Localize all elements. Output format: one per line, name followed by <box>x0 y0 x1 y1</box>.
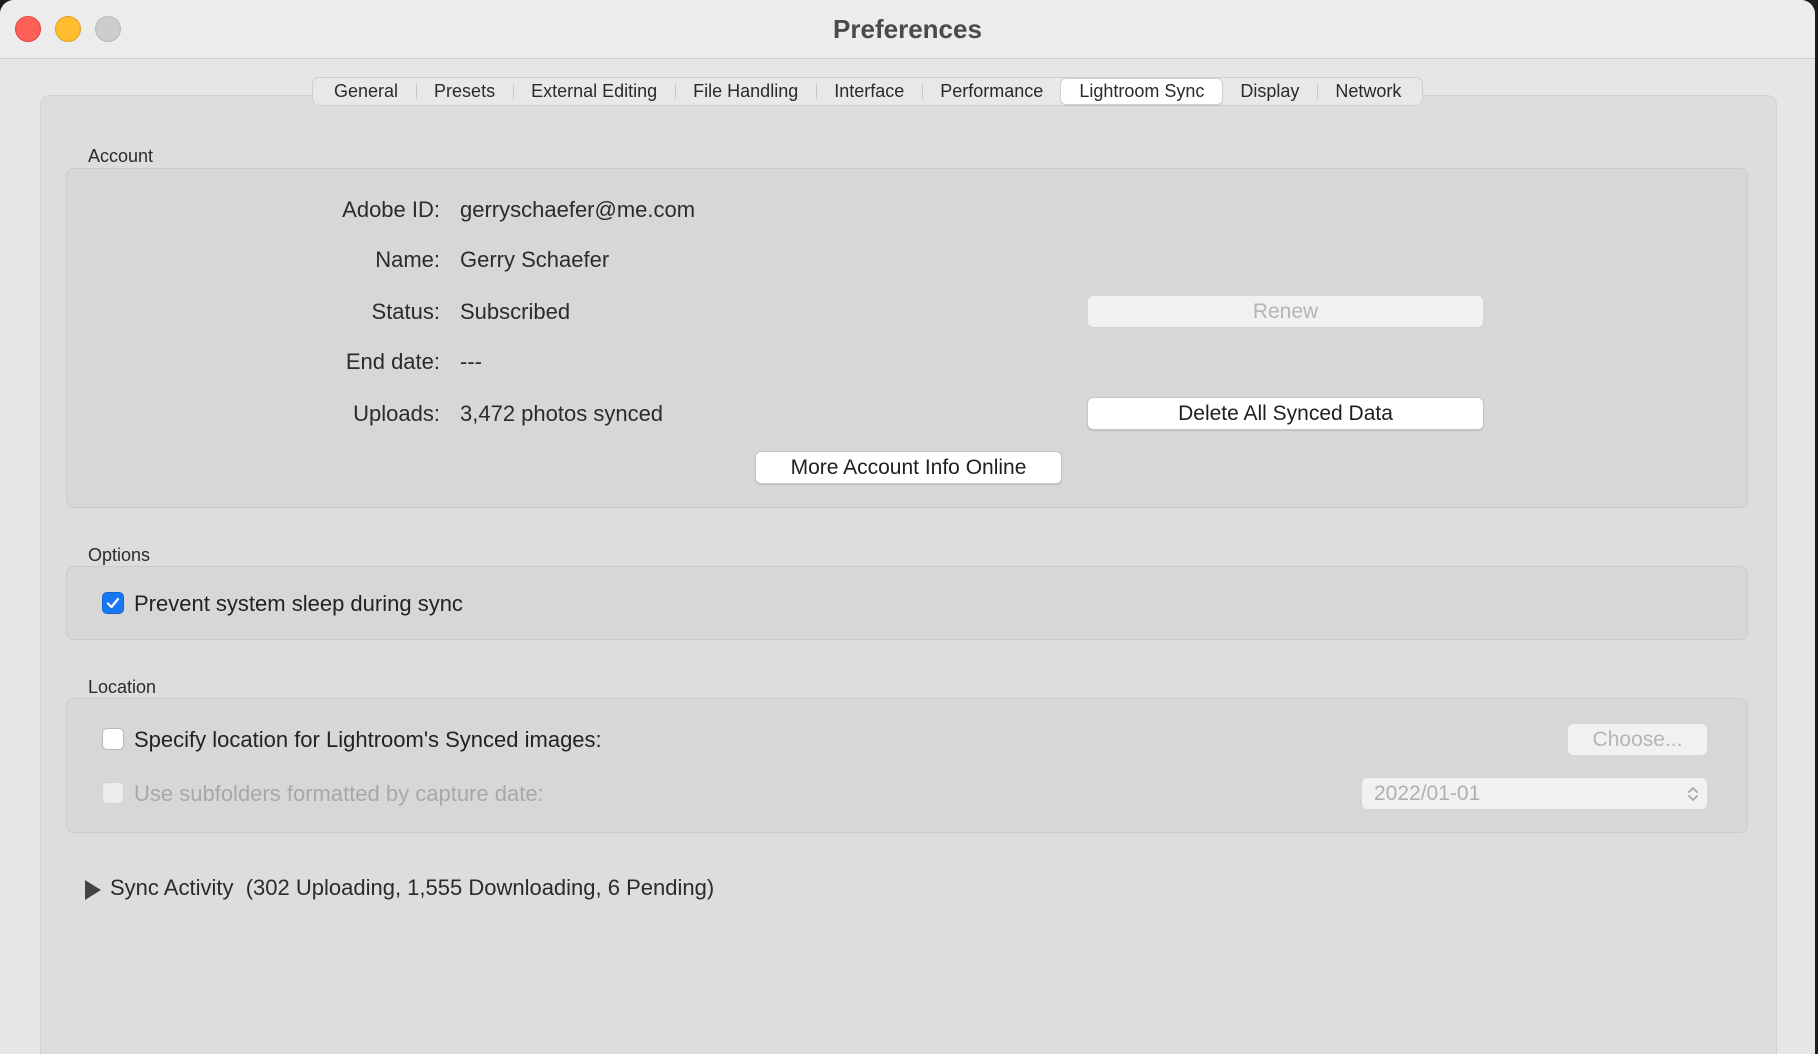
tab-lightroom-sync[interactable]: Lightroom Sync <box>1061 79 1223 104</box>
location-section-label: Location <box>88 677 157 697</box>
specify-location-label: Specify location for Lightroom's Synced … <box>134 727 602 752</box>
preferences-window: Preferences General Presets External Edi… <box>0 0 1815 1054</box>
more-account-info-online-button[interactable]: More Account Info Online <box>755 451 1062 484</box>
window-title: Preferences <box>833 14 982 44</box>
date-format-select[interactable]: 2022/01-01 <box>1361 777 1708 810</box>
tab-display[interactable]: Display <box>1222 79 1317 104</box>
name-value: Gerry Schaefer <box>460 247 610 272</box>
disclosure-triangle-icon[interactable] <box>83 878 103 902</box>
status-value: Subscribed <box>460 299 571 324</box>
uploads-value: 3,472 photos synced <box>460 401 664 426</box>
prevent-sleep-checkbox[interactable] <box>102 592 124 614</box>
renew-button[interactable]: Renew <box>1087 295 1484 328</box>
name-label: Name: <box>375 247 440 272</box>
sync-activity-detail: (302 Uploading, 1,555 Downloading, 6 Pen… <box>245 875 715 900</box>
account-section-label: Account <box>88 146 154 166</box>
use-subfolders-checkbox[interactable] <box>102 782 124 804</box>
end-date-value: --- <box>460 349 482 374</box>
updown-chevron-icon <box>1688 787 1698 801</box>
adobe-id-label: Adobe ID: <box>342 197 440 222</box>
tab-network[interactable]: Network <box>1317 79 1419 104</box>
sync-activity-summary[interactable]: Sync Activity (302 Uploading, 1,555 Down… <box>110 875 714 901</box>
date-format-value: 2022/01-01 <box>1374 782 1481 805</box>
sync-activity-label: Sync Activity <box>110 875 234 900</box>
prevent-sleep-label: Prevent system sleep during sync <box>134 591 463 616</box>
choose-location-button[interactable]: Choose... <box>1567 723 1708 756</box>
tab-file-handling[interactable]: File Handling <box>675 79 816 104</box>
uploads-label: Uploads: <box>353 401 440 426</box>
location-group <box>66 698 1748 833</box>
tab-performance[interactable]: Performance <box>922 79 1061 104</box>
adobe-id-value: gerryschaefer@me.com <box>460 197 696 222</box>
tab-presets[interactable]: Presets <box>416 79 513 104</box>
delete-all-synced-data-button[interactable]: Delete All Synced Data <box>1087 397 1484 430</box>
specify-location-checkbox[interactable] <box>102 728 124 750</box>
checkmark-icon <box>106 597 120 609</box>
status-label: Status: <box>371 299 440 324</box>
preferences-tab-bar: General Presets External Editing File Ha… <box>312 77 1424 106</box>
options-section-label: Options <box>88 545 151 565</box>
use-subfolders-label: Use subfolders formatted by capture date… <box>134 781 544 806</box>
tab-general[interactable]: General <box>316 79 416 104</box>
tab-external-editing[interactable]: External Editing <box>513 79 675 104</box>
tab-interface[interactable]: Interface <box>816 79 922 104</box>
end-date-label: End date: <box>345 349 440 374</box>
title-bar: Preferences <box>0 0 1815 59</box>
